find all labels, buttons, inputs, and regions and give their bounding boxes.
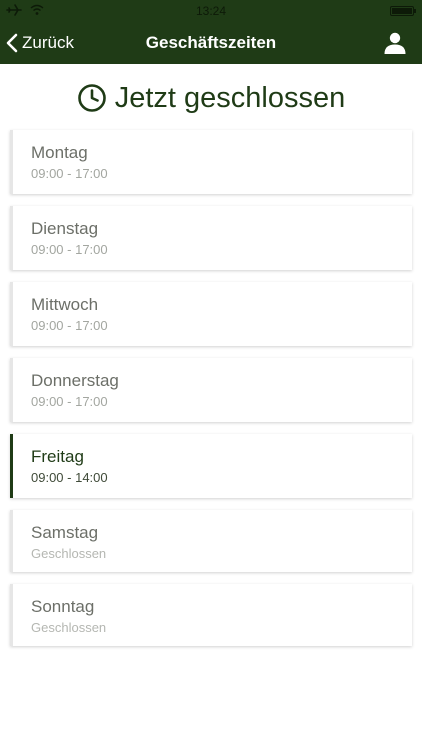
day-name: Sonntag xyxy=(31,597,95,616)
day-card-wednesday: Mittwoch 09:00 - 17:00 xyxy=(10,282,412,346)
day-name: Freitag xyxy=(31,447,84,466)
status-bar: 13:24 xyxy=(0,0,422,22)
clock-icon xyxy=(77,84,106,112)
opening-hours-list: Montag 09:00 - 17:00 Dienstag 09:00 - 17… xyxy=(10,130,412,658)
back-label: Zurück xyxy=(22,33,74,52)
day-card-thursday: Donnerstag 09:00 - 17:00 xyxy=(10,358,412,422)
screen: 13:24 Zurück Geschäftszeiten Jetzt gesch… xyxy=(0,0,422,750)
open-status: Jetzt geschlossen xyxy=(0,76,422,120)
status-time: 13:24 xyxy=(195,4,227,18)
day-hours: 09:00 - 17:00 xyxy=(31,394,108,409)
nav-bar: Zurück Geschäftszeiten xyxy=(0,22,422,64)
day-name: Samstag xyxy=(31,523,99,542)
back-button[interactable]: Zurück xyxy=(6,22,74,64)
battery-icon xyxy=(390,6,416,16)
day-hours: 09:00 - 17:00 xyxy=(31,166,108,181)
day-name: Donnerstag xyxy=(31,371,119,390)
user-button[interactable] xyxy=(380,28,410,58)
day-hours: Geschlossen xyxy=(31,546,107,561)
day-card-tuesday: Dienstag 09:00 - 17:00 xyxy=(10,206,412,270)
day-card-friday: Freitag 09:00 - 14:00 xyxy=(10,434,412,498)
day-name: Dienstag xyxy=(31,219,99,238)
open-status-label: Jetzt geschlossen xyxy=(114,81,346,114)
day-hours: 09:00 - 17:00 xyxy=(31,242,108,257)
chevron-left-icon xyxy=(6,33,18,53)
day-hours: 09:00 - 14:00 xyxy=(31,470,108,485)
day-hours: 09:00 - 17:00 xyxy=(31,318,108,333)
day-hours: Geschlossen xyxy=(31,620,107,635)
day-name: Montag xyxy=(31,143,88,162)
day-card-saturday: Samstag Geschlossen xyxy=(10,510,412,572)
day-name: Mittwoch xyxy=(31,295,99,314)
day-card-monday: Montag 09:00 - 17:00 xyxy=(10,130,412,194)
user-icon xyxy=(384,32,406,54)
day-card-sunday: Sonntag Geschlossen xyxy=(10,584,412,646)
